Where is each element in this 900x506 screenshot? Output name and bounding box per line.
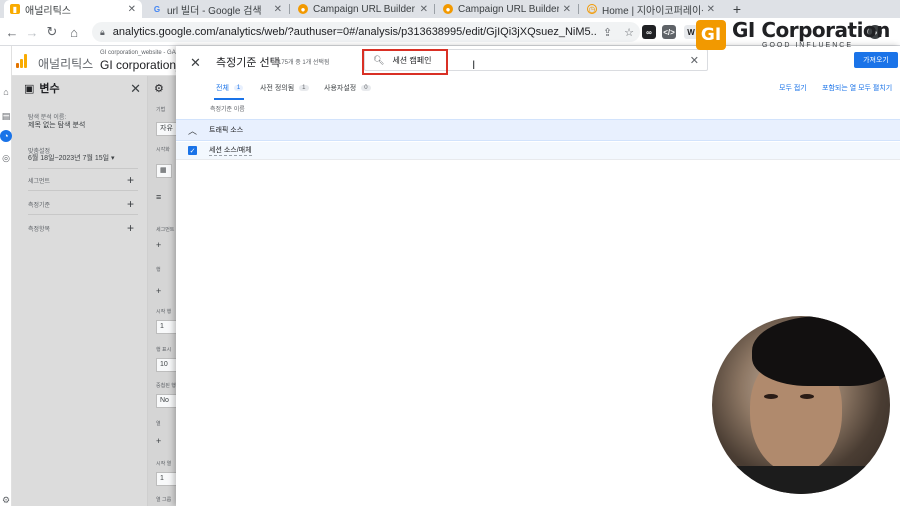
show-rows-select[interactable]: 10 bbox=[156, 358, 176, 372]
watermark-name: GI Corporation bbox=[732, 18, 890, 42]
close-tab-icon[interactable]: ✕ bbox=[707, 4, 715, 15]
browser-tab-analytics[interactable]: ▮ 애널리틱스 ✕ bbox=[4, 0, 142, 18]
google-icon: G bbox=[153, 4, 161, 14]
home-icon[interactable]: ⌂ bbox=[0, 86, 12, 98]
dimension-item-label: 세션 소스/매체 bbox=[209, 147, 252, 156]
close-tab-icon[interactable]: ✕ bbox=[274, 4, 282, 15]
explore-icon[interactable]: ◔ bbox=[0, 130, 12, 142]
start-column-input[interactable]: 1 bbox=[156, 472, 176, 486]
property-account-label: GI corporation_website - GA4 bbox=[100, 50, 180, 56]
segments-row: 세그먼트 + bbox=[28, 173, 134, 187]
technique-select[interactable]: 자유 bbox=[156, 122, 176, 136]
add-segment-drop-icon[interactable]: + bbox=[156, 240, 161, 250]
variables-header: ▣ 변수 bbox=[24, 82, 60, 96]
add-row-drop-icon[interactable]: + bbox=[156, 286, 161, 296]
tab-predefined[interactable]: 사전 정의됨 1 bbox=[260, 83, 309, 93]
chevron-up-icon[interactable]: ︿ bbox=[188, 124, 197, 137]
settings-gear-icon: ⚙ bbox=[154, 83, 164, 95]
table-visualization-icon[interactable]: ▦ bbox=[156, 164, 172, 178]
close-tab-icon[interactable]: ✕ bbox=[563, 4, 571, 15]
column-header: 측정기준 이름 bbox=[210, 107, 245, 113]
tab-settings-panel: ⚙ 기법 자유 시각화 ▦ ≡ 세그먼트 + 행 + 시작 행 1 행 표시 1… bbox=[148, 76, 176, 506]
url-text[interactable]: analytics.google.com/analytics/web/?auth… bbox=[113, 26, 597, 38]
address-bar[interactable]: 🔒︎ analytics.google.com/analytics/web/?a… bbox=[92, 22, 640, 42]
active-tab-indicator bbox=[214, 98, 244, 100]
back-arrow-icon[interactable]: ← bbox=[4, 24, 20, 40]
campaign-builder-icon: ● bbox=[298, 4, 308, 14]
variables-panel: ▣ 변수 ✕ 탐색 분석 이름: 제목 없는 탐색 분석 맞춤설정 6월 18일… bbox=[12, 76, 148, 506]
reload-icon[interactable]: ↻ bbox=[44, 24, 60, 40]
tab-custom[interactable]: 사용자설정 0 bbox=[324, 83, 371, 93]
tab-separator bbox=[289, 4, 290, 14]
reports-icon[interactable]: ▤ bbox=[0, 110, 12, 122]
browser-tab-campaign-builder-2[interactable]: ● Campaign URL Builder ✕ bbox=[437, 0, 577, 18]
annotation-highlight-box bbox=[362, 49, 448, 75]
add-column-drop-icon[interactable]: + bbox=[156, 436, 161, 446]
add-segment-button[interactable]: + bbox=[127, 174, 134, 186]
watermark-logo: GI GI Corporation GOOD INFLUENCE bbox=[696, 18, 890, 54]
share-icon[interactable]: ⇪ bbox=[603, 26, 612, 39]
date-range-picker[interactable]: 6월 18일~2023년 7월 15일 ▾ bbox=[28, 153, 115, 163]
variables-icon: ▣ bbox=[24, 82, 35, 95]
bookmark-star-icon[interactable]: ☆ bbox=[624, 26, 634, 39]
list-icon[interactable]: ≡ bbox=[156, 192, 161, 202]
collapse-panel-icon[interactable]: ✕ bbox=[130, 81, 141, 97]
metrics-row: 측정항목 + bbox=[28, 221, 134, 235]
lock-icon: 🔒︎ bbox=[100, 26, 105, 37]
ga-left-rail: ⌂ ▤ ◔ ◎ ⚙ bbox=[0, 46, 12, 506]
ga-header: 애널리틱스 GI corporation_website - GA4 GI co… bbox=[12, 46, 180, 76]
add-metric-button[interactable]: + bbox=[127, 222, 134, 234]
close-tab-icon[interactable]: ✕ bbox=[128, 4, 136, 15]
new-tab-button[interactable]: + bbox=[728, 0, 746, 18]
campaign-builder-icon: ● bbox=[443, 4, 453, 14]
gi-logo-mark: GI bbox=[696, 20, 726, 50]
clear-search-icon[interactable]: ✕ bbox=[690, 54, 699, 67]
tab-separator bbox=[434, 4, 435, 14]
collapse-all-link[interactable]: 모두 접기 bbox=[779, 83, 807, 93]
checkbox-checked[interactable]: ✓ bbox=[188, 146, 197, 155]
extension-glasses-icon[interactable]: ∞ bbox=[642, 25, 656, 39]
browser-tab-strip: ▮ 애널리틱스 ✕ G url 빌더 - Google 검색 ✕ ● Campa… bbox=[0, 0, 900, 18]
close-tab-icon[interactable]: ✕ bbox=[420, 4, 428, 15]
start-row-input[interactable]: 1 bbox=[156, 320, 176, 334]
close-icon[interactable]: ✕ bbox=[190, 55, 201, 71]
divider bbox=[28, 168, 138, 169]
analytics-icon: ▮ bbox=[10, 4, 20, 14]
advertising-icon[interactable]: ◎ bbox=[0, 152, 12, 164]
dimensions-row: 측정기준 + bbox=[28, 197, 134, 211]
selection-count: 175개 중 1개 선택됨 bbox=[278, 60, 330, 66]
exploration-name[interactable]: 제목 없는 탐색 분석 bbox=[28, 120, 85, 130]
webcam-presenter-overlay bbox=[712, 316, 890, 494]
home-site-icon: ◷ bbox=[587, 4, 597, 14]
watermark-tagline: GOOD INFLUENCE bbox=[762, 42, 854, 49]
dialog-title: 측정기준 선택 bbox=[216, 57, 280, 69]
tab-separator bbox=[578, 4, 579, 14]
ga-app-title: 애널리틱스 bbox=[38, 57, 94, 71]
text-cursor-icon: I bbox=[472, 58, 476, 72]
tab-all[interactable]: 전체 1 bbox=[216, 83, 244, 93]
admin-gear-icon[interactable]: ⚙ bbox=[0, 494, 12, 506]
browser-tab-home[interactable]: ◷ Home | 지아이코퍼레이션 ✕ bbox=[581, 0, 721, 18]
add-dimension-button[interactable]: + bbox=[127, 198, 134, 210]
divider bbox=[28, 214, 138, 215]
dimension-item-row[interactable]: ✓ 세션 소스/매체 bbox=[176, 142, 900, 160]
divider bbox=[28, 190, 138, 191]
expand-included-link[interactable]: 포함되는 열 모두 펼치기 bbox=[822, 83, 892, 93]
nested-rows-select[interactable]: No bbox=[156, 394, 176, 408]
ga-logo-icon bbox=[16, 54, 28, 68]
extension-code-icon[interactable]: </> bbox=[662, 25, 676, 39]
browser-tab-campaign-builder-1[interactable]: ● Campaign URL Builder ✕ bbox=[292, 0, 434, 18]
property-selector[interactable]: GI corporation_w bbox=[100, 58, 180, 72]
group-row-traffic-source[interactable]: ︿ 트래픽 소스 bbox=[176, 119, 900, 141]
import-button[interactable]: 가져오기 bbox=[854, 52, 898, 68]
browser-tab-google-search[interactable]: G url 빌더 - Google 검색 ✕ bbox=[146, 0, 288, 18]
home-icon[interactable]: ⌂ bbox=[66, 24, 82, 40]
forward-arrow-icon[interactable]: → bbox=[24, 24, 40, 40]
